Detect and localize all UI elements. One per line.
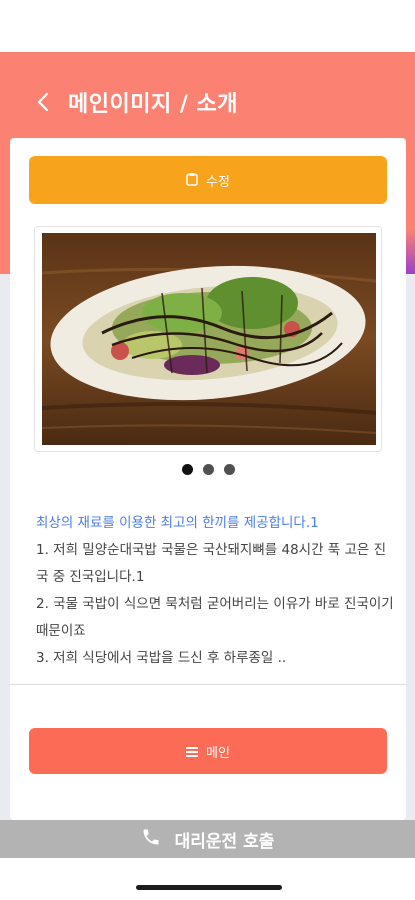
pagination-dot[interactable]	[223, 464, 235, 475]
phone-icon	[141, 827, 161, 851]
call-driver-button[interactable]: 대리운전 호출	[0, 820, 415, 858]
pagination-dot[interactable]	[202, 464, 214, 475]
pagination-dot[interactable]	[181, 464, 193, 475]
call-driver-label: 대리운전 호출	[174, 831, 275, 852]
description-headline: 최상의 재료를 이용한 최고의 한끼를 제공합니다.1	[36, 515, 319, 531]
header: 메인이미지 / 소개	[32, 84, 238, 120]
description-body: 1. 저희 밀양순대국밥 국물은 국산돼지뼈를 48시간 푹 고은 진국 중 진…	[36, 542, 394, 666]
edit-button[interactable]: 수정	[29, 156, 387, 204]
content-card: 수정 최상의 재료를 이용한 최고의 한끼를 제공합니다.1 1. 저희 밀양순…	[10, 138, 406, 820]
header-accent-edge	[405, 230, 415, 274]
menu-icon	[186, 742, 199, 761]
home-indicator	[136, 885, 282, 890]
edit-button-label: 수정	[206, 174, 230, 190]
description: 최상의 재료를 이용한 최고의 한끼를 제공합니다.1 1. 저희 밀양순대국밥…	[36, 510, 396, 672]
divider	[10, 684, 406, 685]
menu-button-label: 메인	[206, 745, 230, 761]
chevron-left-icon[interactable]	[32, 88, 54, 116]
main-image	[42, 233, 376, 445]
page-title: 메인이미지 / 소개	[68, 92, 239, 117]
status-bar	[0, 0, 415, 52]
main-image-frame[interactable]	[34, 226, 382, 452]
menu-button[interactable]: 메인	[29, 728, 387, 774]
image-pagination	[10, 464, 406, 475]
clipboard-icon	[186, 171, 198, 190]
